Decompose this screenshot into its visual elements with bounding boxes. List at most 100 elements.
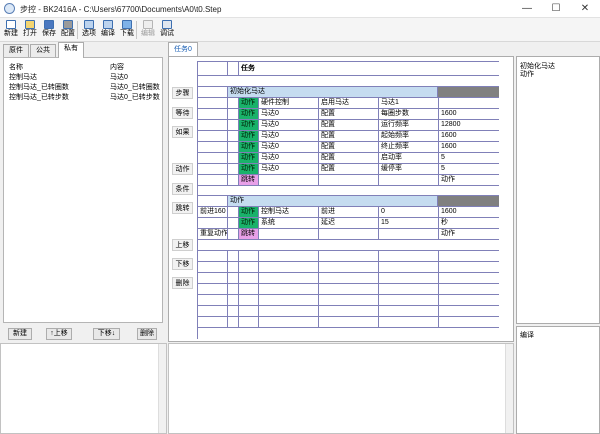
delete-step-button[interactable]: 删除 bbox=[172, 277, 193, 289]
cell-command: 配置 bbox=[319, 164, 379, 174]
config-button[interactable]: 配置 bbox=[59, 20, 77, 41]
condition-button[interactable]: 条件 bbox=[172, 183, 193, 195]
table-row[interactable]: 动作 马达0 配置 每圈步数 1600 bbox=[198, 109, 499, 120]
cell-value: 5 bbox=[441, 154, 445, 161]
task-editor: 步骤 等待 如果 动作 条件 跳转 上移 下移 删除 任务 初始化马达 动作 硬… bbox=[168, 56, 514, 342]
cell-command: 延迟 bbox=[319, 218, 379, 228]
move-down-button[interactable]: 下移↓ bbox=[93, 328, 120, 340]
jump-target: 动作 bbox=[441, 176, 455, 183]
table-row[interactable]: 跳转 动作 bbox=[198, 175, 499, 186]
move-up-step-button[interactable]: 上移 bbox=[172, 239, 193, 251]
output-pane-main[interactable] bbox=[168, 343, 514, 434]
task-grid[interactable]: 任务 初始化马达 动作 硬件控制 启用马达 马达1 动作 马达0 配置 每圈步数… bbox=[197, 61, 499, 339]
step-name: 初始化马达 bbox=[228, 87, 438, 97]
cell-param: 终止频率 bbox=[379, 142, 439, 152]
grid-empty-row bbox=[198, 306, 499, 317]
list-item-name: 控制马达_已转步数 bbox=[9, 94, 69, 101]
cell-command: 配置 bbox=[319, 109, 379, 119]
jump-target: 动作 bbox=[441, 230, 455, 237]
action-tag: 动作 bbox=[239, 164, 259, 174]
tab-private[interactable]: 私有 bbox=[58, 42, 84, 58]
move-down-step-button[interactable]: 下移 bbox=[172, 258, 193, 270]
maximize-button[interactable]: ☐ bbox=[542, 0, 570, 18]
new-variable-button[interactable]: 新建 bbox=[8, 328, 32, 340]
table-row[interactable]: 动作 马达0 配置 启动率 5 bbox=[198, 153, 499, 164]
action-tag: 动作 bbox=[239, 142, 259, 152]
close-button[interactable]: ✕ bbox=[571, 0, 599, 18]
delete-variable-button[interactable]: 删除 bbox=[137, 328, 157, 340]
grid-empty-row bbox=[198, 76, 499, 87]
table-row[interactable]: 前进160 动作 控制马达 前进 0 1600 bbox=[198, 207, 499, 218]
table-row[interactable]: 动作 系统 延迟 15 秒 bbox=[198, 218, 499, 229]
jump-button[interactable]: 跳转 bbox=[172, 202, 193, 214]
cell-target: 马达0 bbox=[259, 153, 319, 163]
jump-tag: 跳转 bbox=[239, 175, 259, 185]
list-item[interactable]: 控制马达 马达0 bbox=[7, 71, 161, 81]
wait-button[interactable]: 等待 bbox=[172, 107, 193, 119]
grid-empty-row bbox=[198, 273, 499, 284]
list-item[interactable]: 控制马达_已转步数 马达0_已转步数 bbox=[7, 91, 161, 101]
variables-list[interactable]: 名称 内容 控制马达 马达0 控制马达_已转圈数 马达0_已转圈数 控制马达_已… bbox=[3, 57, 163, 323]
grid-empty-row bbox=[198, 240, 499, 251]
action-button[interactable]: 动作 bbox=[172, 163, 193, 175]
cell-target: 马达0 bbox=[259, 142, 319, 152]
cell-value bbox=[439, 98, 499, 108]
table-row[interactable]: 动作 马达0 配置 缓停率 5 bbox=[198, 164, 499, 175]
scrollbar[interactable] bbox=[158, 344, 166, 433]
step-button[interactable]: 步骤 bbox=[172, 87, 193, 99]
edit-icon bbox=[143, 20, 153, 29]
outline-item[interactable]: 动作 bbox=[520, 69, 534, 79]
toolbar: 新建 打开 保存 配置 选项 编译 下载 编辑 调试 bbox=[0, 18, 600, 42]
cell-param: 马达1 bbox=[379, 98, 439, 108]
step-name: 动作 bbox=[228, 196, 438, 206]
cell-value: 1600 bbox=[441, 143, 457, 150]
cell-param: 运行频率 bbox=[379, 120, 439, 130]
cell-value: 1600 bbox=[441, 132, 457, 139]
action-tag: 动作 bbox=[239, 120, 259, 130]
debug-icon bbox=[162, 20, 172, 29]
table-row[interactable]: 动作 马达0 配置 终止频率 1600 bbox=[198, 142, 499, 153]
step-header-init-motor[interactable]: 初始化马达 bbox=[198, 87, 499, 98]
compile-pane: 编译 bbox=[516, 326, 600, 434]
list-item[interactable]: 控制马达_已转圈数 马达0_已转圈数 bbox=[7, 81, 161, 91]
cell-target: 马达0 bbox=[259, 120, 319, 130]
tab-public[interactable]: 公共 bbox=[30, 44, 56, 57]
table-row[interactable]: 动作 马达0 配置 运行频率 12800 bbox=[198, 120, 499, 131]
grid-empty-row bbox=[198, 284, 499, 295]
cell-command: 前进 bbox=[319, 207, 379, 217]
scrollbar[interactable] bbox=[505, 344, 513, 433]
output-pane-left[interactable] bbox=[0, 343, 167, 434]
cell-value: 12800 bbox=[441, 121, 461, 128]
save-disk-icon bbox=[44, 20, 54, 29]
wrench-icon bbox=[63, 20, 73, 29]
grid-empty-row bbox=[198, 262, 499, 273]
cell-command: 配置 bbox=[319, 142, 379, 152]
step-outline-pane: 初始化马达 动作 bbox=[516, 56, 600, 324]
cell-target: 系统 bbox=[259, 218, 319, 228]
window-title: 步控 - BK2416A - C:\Users\67700\Documents\… bbox=[20, 5, 222, 14]
download-button[interactable]: 下载 bbox=[118, 20, 136, 41]
minimize-button[interactable]: — bbox=[513, 0, 541, 18]
grid-empty-row bbox=[198, 186, 499, 196]
table-row[interactable]: 动作 马达0 配置 起始频率 1600 bbox=[198, 131, 499, 142]
options-icon bbox=[84, 20, 94, 29]
step-header-action[interactable]: 动作 bbox=[198, 196, 499, 207]
cell-param: 0 bbox=[379, 207, 439, 217]
cell-target: 马达0 bbox=[259, 131, 319, 141]
debug-button[interactable]: 调试 bbox=[158, 20, 176, 41]
grid-empty-row bbox=[198, 317, 499, 328]
grid-empty-row bbox=[198, 295, 499, 306]
table-row[interactable]: 动作 硬件控制 启用马达 马达1 bbox=[198, 98, 499, 109]
list-header: 名称 内容 bbox=[7, 61, 161, 71]
debug-button-label: 调试 bbox=[160, 30, 174, 37]
tab-task0[interactable]: 任务0 bbox=[168, 42, 198, 56]
if-button[interactable]: 如果 bbox=[172, 126, 193, 138]
cell-value: 5 bbox=[441, 165, 445, 172]
table-row[interactable]: 重复动作 跳转 动作 bbox=[198, 229, 499, 240]
cell-target: 马达0 bbox=[259, 164, 319, 174]
move-up-button[interactable]: ↑上移 bbox=[46, 328, 72, 340]
download-icon bbox=[122, 20, 132, 29]
cell-value: 1600 bbox=[441, 110, 457, 117]
tab-components[interactable]: 原件 bbox=[3, 44, 29, 57]
open-folder-icon bbox=[25, 20, 35, 29]
